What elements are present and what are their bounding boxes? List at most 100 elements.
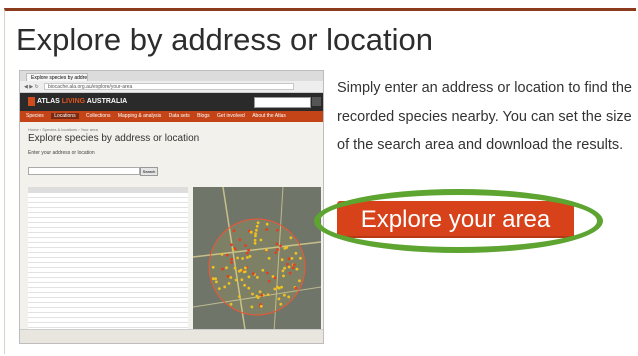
occurrence-dot	[225, 253, 229, 257]
occurrence-dot	[259, 238, 263, 242]
occurrence-dot	[299, 256, 302, 260]
url-field: biocache.ala.org.au/explore/your-area	[44, 83, 294, 90]
highlight-ring	[314, 189, 603, 253]
occurrence-dot	[236, 256, 239, 260]
occurrence-dot	[273, 276, 277, 280]
occurrence-dot	[298, 279, 301, 283]
occurrence-dot	[282, 274, 285, 278]
occurrence-dot	[217, 287, 221, 290]
occurrence-dot	[229, 276, 233, 279]
browser-tab: Explore species by address or location	[26, 73, 88, 81]
occurrence-dot	[247, 248, 250, 252]
table-rows	[28, 193, 188, 333]
occurrence-dot	[243, 283, 246, 287]
menu-item: Mapping & analysis	[117, 113, 162, 119]
occurrence-dot	[261, 268, 265, 272]
occurrence-dot	[244, 244, 247, 247]
nav-arrows-icon: ◀ ▶ ↻	[24, 84, 39, 90]
breadcrumb: Home › Species & locations › Your area	[28, 127, 98, 132]
occurrence-dot	[211, 277, 215, 281]
occurrence-dot	[258, 290, 262, 294]
thumbnail-footer	[20, 329, 323, 343]
occurrence-dot	[251, 272, 255, 276]
site-header: ATLAS LIVING AUSTRALIA	[20, 93, 323, 111]
occurrence-dot	[265, 248, 268, 252]
occurrence-dot	[265, 228, 269, 231]
site-menu: Species Locations Collections Mapping & …	[20, 111, 323, 122]
occurrence-dot	[287, 257, 291, 261]
menu-item: Species	[26, 113, 44, 119]
thumbnail-title: Explore species by address or location	[28, 133, 200, 144]
occurrence-dot	[279, 244, 282, 248]
occurrence-dot	[248, 255, 252, 258]
occurrence-dot	[240, 278, 244, 282]
occurrence-dot	[253, 241, 257, 245]
occurrence-dot	[259, 304, 263, 308]
occurrence-dot	[266, 293, 270, 296]
occurrence-dot	[280, 258, 284, 262]
occurrence-dot	[254, 234, 257, 238]
occurrence-dot	[274, 251, 278, 254]
occurrence-dot	[286, 262, 289, 266]
occurrence-dot	[245, 251, 249, 255]
occurrence-dot	[276, 228, 279, 232]
occurrence-dot	[247, 275, 251, 279]
search-icon	[312, 97, 321, 106]
site-search-input	[254, 97, 311, 108]
occurrence-dot	[295, 267, 299, 271]
page-title: Explore by address or location	[16, 22, 434, 57]
occurrence-dot	[233, 266, 237, 270]
menu-item: Collections	[85, 113, 111, 119]
occurrence-dot	[254, 232, 257, 235]
thumbnail-subtitle: Enter your address or location	[28, 150, 95, 156]
menu-item-active: Locations	[51, 113, 79, 119]
occurrence-dot	[255, 228, 258, 232]
occurrence-dot	[276, 285, 279, 289]
occurrence-dot	[256, 221, 260, 225]
menu-item: Blogs	[197, 113, 210, 119]
map-graphic	[193, 187, 321, 343]
search-button: Search	[140, 167, 158, 176]
occurrence-dot	[266, 271, 269, 275]
occurrence-dot	[294, 286, 298, 290]
occurrence-dot	[220, 253, 224, 256]
occurrence-dot	[229, 302, 233, 306]
occurrence-dot	[243, 270, 247, 273]
occurrence-dot	[292, 263, 296, 267]
occurrence-dot	[223, 285, 227, 289]
menu-item: Get involved	[217, 113, 245, 119]
occurrence-dot	[267, 256, 271, 260]
occurrence-dot	[255, 224, 259, 228]
occurrence-dot	[289, 236, 293, 240]
occurrence-dot	[247, 286, 251, 290]
occurrence-dot	[233, 247, 237, 251]
species-map	[193, 187, 321, 343]
occurrence-dot	[260, 293, 264, 297]
occurrence-dot	[221, 267, 224, 271]
occurrence-dot	[276, 248, 279, 251]
occurrence-dot	[255, 294, 259, 298]
screenshot-thumbnail: Explore species by address or location ◀…	[19, 70, 324, 344]
occurrence-dot	[244, 266, 247, 270]
occurrence-dot	[211, 265, 215, 269]
occurrence-dot	[232, 229, 236, 233]
address-input	[28, 167, 140, 175]
occurrence-dot	[230, 261, 233, 264]
occurrence-dot	[287, 295, 291, 299]
occurrence-dot	[256, 276, 259, 279]
occurrence-dot	[290, 257, 294, 260]
occurrence-dot	[288, 271, 292, 275]
occurrence-dot	[249, 230, 253, 234]
search-radius	[208, 218, 306, 316]
occurrence-dot	[237, 269, 241, 273]
occurrence-dot	[215, 280, 218, 284]
ala-logo-icon	[28, 97, 35, 106]
occurrence-dot	[238, 238, 242, 242]
occurrence-dot	[230, 243, 233, 247]
occurrence-dot	[291, 266, 295, 270]
description-text: Simply enter an address or location to f…	[337, 80, 632, 153]
address-bar: ◀ ▶ ↻ biocache.ala.org.au/explore/your-a…	[20, 81, 323, 93]
occurrence-dot	[277, 297, 281, 301]
occurrence-dot	[265, 222, 269, 226]
occurrence-dot	[250, 305, 254, 309]
